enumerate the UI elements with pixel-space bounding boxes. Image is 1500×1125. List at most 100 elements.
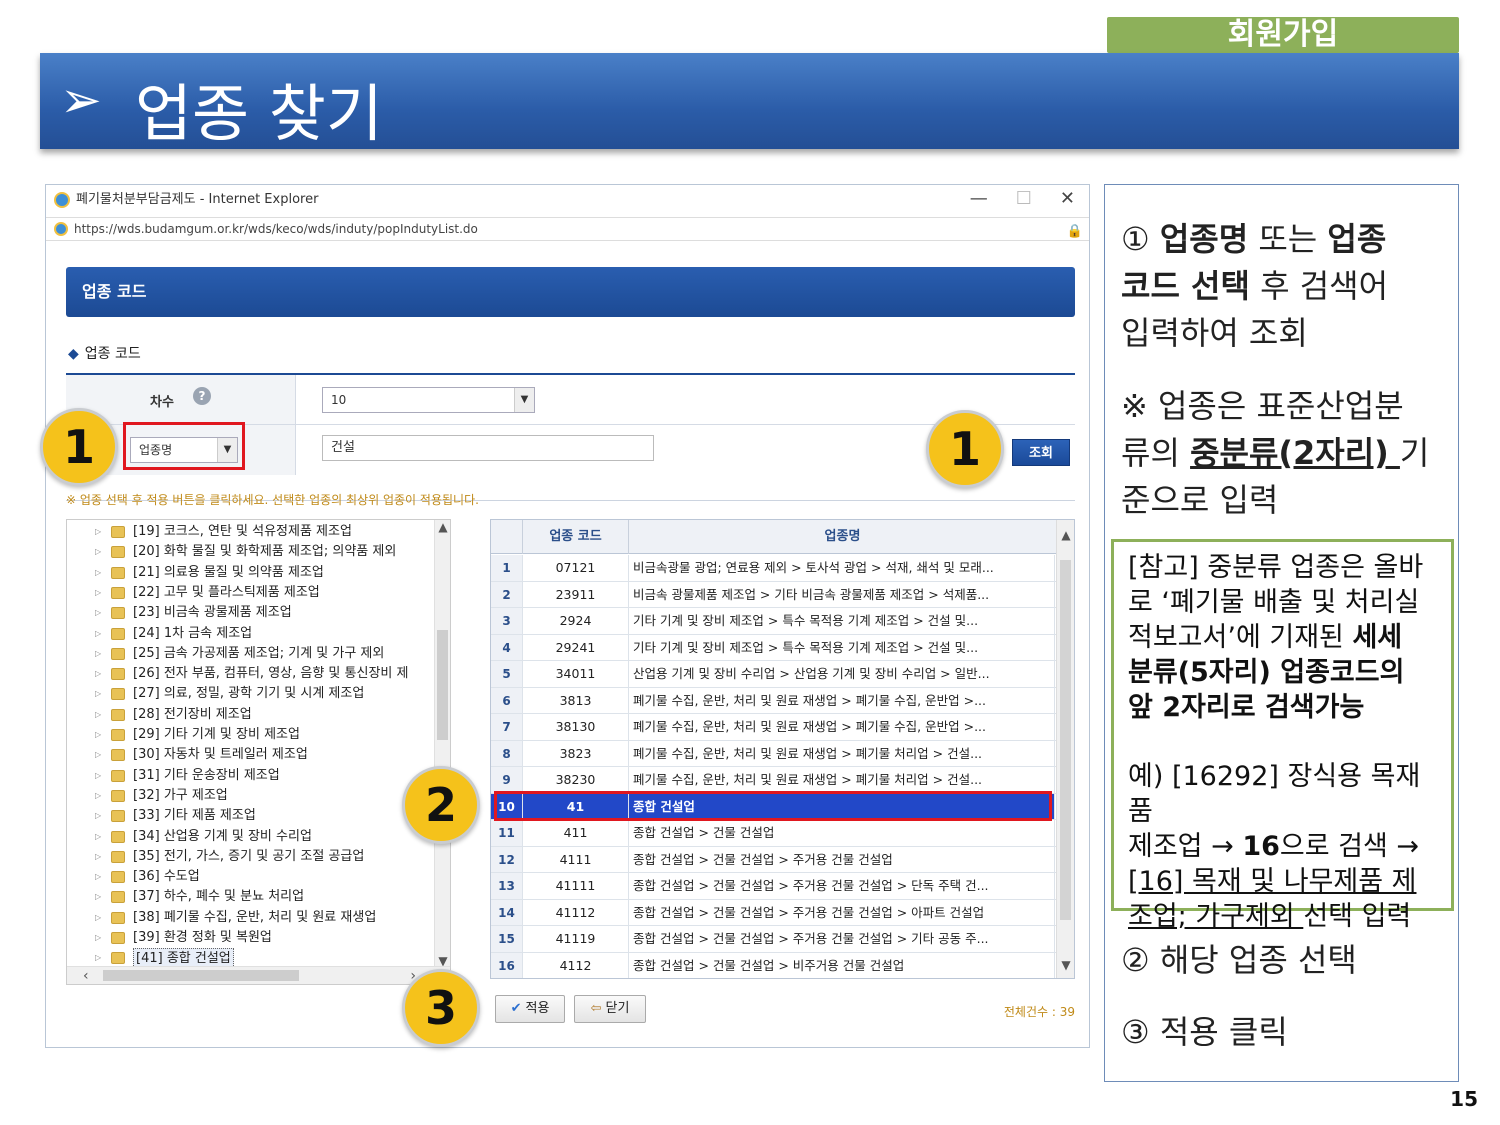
search-button[interactable]: 조회 — [1012, 439, 1070, 466]
expand-arrow-icon[interactable]: ▷ — [95, 603, 101, 623]
tree-horizontal-scrollbar[interactable]: ‹ › — [67, 966, 450, 984]
expand-arrow-icon[interactable]: ▷ — [95, 522, 101, 542]
tree-vertical-scrollbar[interactable]: ▲ ▼ — [434, 520, 450, 968]
expand-arrow-icon[interactable]: ▷ — [95, 766, 101, 786]
close-button[interactable]: ⇦ 닫기 — [574, 995, 646, 1023]
row-number: 16 — [491, 952, 523, 978]
tree-item[interactable]: ▷ [37] 하수, 폐수 및 분뇨 처리업 — [67, 887, 437, 907]
scroll-thumb[interactable] — [1060, 560, 1071, 920]
tree-item[interactable]: ▷ [35] 전기, 가스, 증기 및 공기 조절 공급업 — [67, 847, 437, 867]
tree-item[interactable]: ▷ [24] 1차 금속 제조업 — [67, 624, 437, 644]
ref-example1: 예) [16292] 장식용 목재품 — [1128, 761, 1421, 827]
scroll-down-icon[interactable]: ▼ — [1057, 958, 1074, 972]
tree-item[interactable]: ▷ [20] 화학 물질 및 화학제품 제조업; 의약품 제외 — [67, 542, 437, 562]
tree-item-label: [21] 의료용 물질 및 의약품 제조업 — [133, 564, 324, 580]
tree-item[interactable]: ▷ [31] 기타 운송장비 제조업 — [67, 766, 437, 786]
note-line2: 류의 중분류(2자리) 기 — [1121, 430, 1429, 477]
table-row[interactable]: 3 2924 기타 기계 및 장비 제조업 > 특수 목적용 기계 제조업 > 건설… — [491, 608, 1057, 635]
table-row[interactable]: 9 38230 폐기물 수집, 운반, 처리 및 원료 재생업 > 폐기물 처리업 … — [491, 767, 1057, 794]
expand-arrow-icon[interactable]: ▷ — [95, 867, 101, 887]
folder-icon — [111, 850, 125, 863]
row-number: 5 — [491, 661, 523, 687]
tree-item[interactable]: ▷ [30] 자동차 및 트레일러 제조업 — [67, 745, 437, 765]
expand-arrow-icon[interactable]: ▷ — [95, 542, 101, 562]
folder-icon — [111, 810, 125, 823]
expand-arrow-icon[interactable]: ▷ — [95, 624, 101, 644]
table-row[interactable]: 14 41112 종합 건설업 > 건물 건설업 > 주거용 건물 건설업 > 아파… — [491, 899, 1057, 926]
tree-item[interactable]: ▷ [21] 의료용 물질 및 의약품 제조업 — [67, 563, 437, 583]
scroll-thumb[interactable] — [103, 970, 299, 981]
expand-arrow-icon[interactable]: ▷ — [95, 705, 101, 725]
expand-arrow-icon[interactable]: ▷ — [95, 745, 101, 765]
table-row[interactable]: 15 41119 종합 건설업 > 건물 건설업 > 주거용 건물 건설업 > 기타… — [491, 926, 1057, 953]
section-label: ◆ 업종 코드 — [68, 343, 141, 363]
expand-arrow-icon[interactable]: ▷ — [95, 827, 101, 847]
minimize-button[interactable]: — — [970, 185, 988, 215]
expand-arrow-icon[interactable]: ▷ — [95, 786, 101, 806]
apply-button-label: 적용 — [525, 1001, 550, 1016]
expand-arrow-icon[interactable]: ▷ — [95, 928, 101, 948]
close-window-button[interactable]: ✕ — [1060, 185, 1075, 215]
table-row[interactable]: 7 38130 폐기물 수집, 운반, 처리 및 원료 재생업 > 폐기물 수집, … — [491, 714, 1057, 741]
help-icon[interactable]: ? — [193, 387, 211, 405]
tree-item[interactable]: ▷ [22] 고무 및 플라스틱제품 제조업 — [67, 583, 437, 603]
tree-item[interactable]: ▷ [19] 코크스, 연탄 및 석유정제품 제조업 — [67, 522, 437, 542]
expand-arrow-icon[interactable]: ▷ — [95, 908, 101, 928]
tree-item[interactable]: ▷ [23] 비금속 광물제품 제조업 — [67, 603, 437, 623]
tree-item[interactable]: ▷ [39] 환경 정화 및 복원업 — [67, 928, 437, 948]
tree-item[interactable]: ▷ [32] 가구 제조업 — [67, 786, 437, 806]
expand-arrow-icon[interactable]: ▷ — [95, 806, 101, 826]
step1-line3: 입력하여 조회 — [1121, 314, 1308, 352]
expand-arrow-icon[interactable]: ▷ — [95, 725, 101, 745]
search-input[interactable]: 건설 — [322, 435, 654, 461]
table-row[interactable]: 16 4112 종합 건설업 > 건물 건설업 > 비주거용 건물 건설업 — [491, 952, 1057, 978]
maximize-button[interactable]: ☐ — [1016, 185, 1032, 215]
ref-example2: 제조업 → 16으로 검색 → — [1128, 829, 1437, 864]
scroll-left-icon[interactable]: ‹ — [83, 967, 89, 984]
table-row[interactable]: 8 3823 폐기물 수집, 운반, 처리 및 원료 재생업 > 폐기물 처리업 >… — [491, 740, 1057, 767]
expand-arrow-icon[interactable]: ▷ — [95, 847, 101, 867]
table-row[interactable]: 2 23911 비금속 광물제품 제조업 > 기타 비금속 광물제품 제조업 > 석… — [491, 581, 1057, 608]
expand-arrow-icon[interactable]: ▷ — [95, 644, 101, 664]
table-row[interactable]: 4 29241 기타 기계 및 장비 제조업 > 특수 목적용 기계 제조업 > 건… — [491, 634, 1057, 661]
tree-item[interactable]: ▷ [28] 전기장비 제조업 — [67, 705, 437, 725]
instruction-panel: ① 업종명 또는 업종 코드 선택 후 검색어 입력하여 조회 ※ 업종은 표준… — [1104, 184, 1459, 1082]
expand-arrow-icon[interactable]: ▷ — [95, 563, 101, 583]
table-row[interactable]: 12 4111 종합 건설업 > 건물 건설업 > 주거용 건물 건설업 — [491, 846, 1057, 873]
table-row[interactable]: 1 07121 비금속광물 광업; 연료용 제외 > 토사석 광업 > 석재, 쇄석… — [491, 555, 1057, 582]
expand-arrow-icon[interactable]: ▷ — [95, 684, 101, 704]
tree-item[interactable]: ▷ [27] 의료, 정밀, 광학 기기 및 시계 제조업 — [67, 684, 437, 704]
expand-arrow-icon[interactable]: ▷ — [95, 887, 101, 907]
tree-item[interactable]: ▷ [38] 폐기물 수집, 운반, 처리 및 원료 재생업 — [67, 908, 437, 928]
table-row[interactable]: 11 411 종합 건설업 > 건물 건설업 — [491, 820, 1057, 847]
row-number: 14 — [491, 899, 523, 925]
table-row[interactable]: 5 34011 산업용 기계 및 장비 수리업 > 산업용 기계 및 장비 수리업 … — [491, 661, 1057, 688]
round-select[interactable]: 10 ▼ — [322, 387, 535, 413]
lock-icon: 🔒 — [1066, 224, 1083, 239]
apply-button[interactable]: ✔ 적용 — [495, 995, 565, 1023]
search-input-value: 건설 — [331, 440, 355, 455]
expand-arrow-icon[interactable]: ▷ — [95, 664, 101, 684]
tree-item[interactable]: ▷ [29] 기타 기계 및 장비 제조업 — [67, 725, 437, 745]
tree-item[interactable]: ▷ [26] 전자 부품, 컴퓨터, 영상, 음향 및 통신장비 제 — [67, 664, 437, 684]
scroll-up-icon[interactable]: ▲ — [435, 520, 450, 534]
grid-header-name: 업종명 — [629, 520, 1057, 554]
scroll-up-icon[interactable]: ▲ — [1057, 528, 1074, 542]
industry-name-cell: 산업용 기계 및 장비 수리업 > 산업용 기계 및 장비 수리업 > 일반..… — [629, 661, 1055, 687]
table-row[interactable]: 13 41111 종합 건설업 > 건물 건설업 > 주거용 건물 건설업 > 단독… — [491, 873, 1057, 900]
tree-item[interactable]: ▷ [33] 기타 제품 제조업 — [67, 806, 437, 826]
table-row[interactable]: 6 3813 폐기물 수집, 운반, 처리 및 원료 재생업 > 폐기물 수집, 운… — [491, 687, 1057, 714]
industry-code-cell: 29241 — [523, 634, 629, 660]
scroll-thumb[interactable] — [437, 630, 448, 740]
folder-icon — [111, 932, 125, 944]
tree-item[interactable]: ▷ [34] 산업용 기계 및 장비 수리업 — [67, 827, 437, 847]
row-number: 2 — [491, 581, 523, 607]
ref-ex-text-a: 제조업 → — [1128, 831, 1243, 862]
step2-text: ② 해당 업종 선택 — [1121, 941, 1357, 979]
window-title: 폐기물처분부담금제도 - Internet Explorer — [76, 192, 319, 207]
tree-item[interactable]: ▷ [25] 금속 가공제품 제조업; 기계 및 가구 제외 — [67, 644, 437, 664]
tree-item[interactable]: ▷ [36] 수도업 — [67, 867, 437, 887]
address-bar[interactable]: https://wds.budamgum.or.kr/wds/keco/wds/… — [46, 217, 1089, 241]
expand-arrow-icon[interactable]: ▷ — [95, 583, 101, 603]
grid-vertical-scrollbar[interactable]: ▲ ▼ — [1056, 520, 1074, 978]
